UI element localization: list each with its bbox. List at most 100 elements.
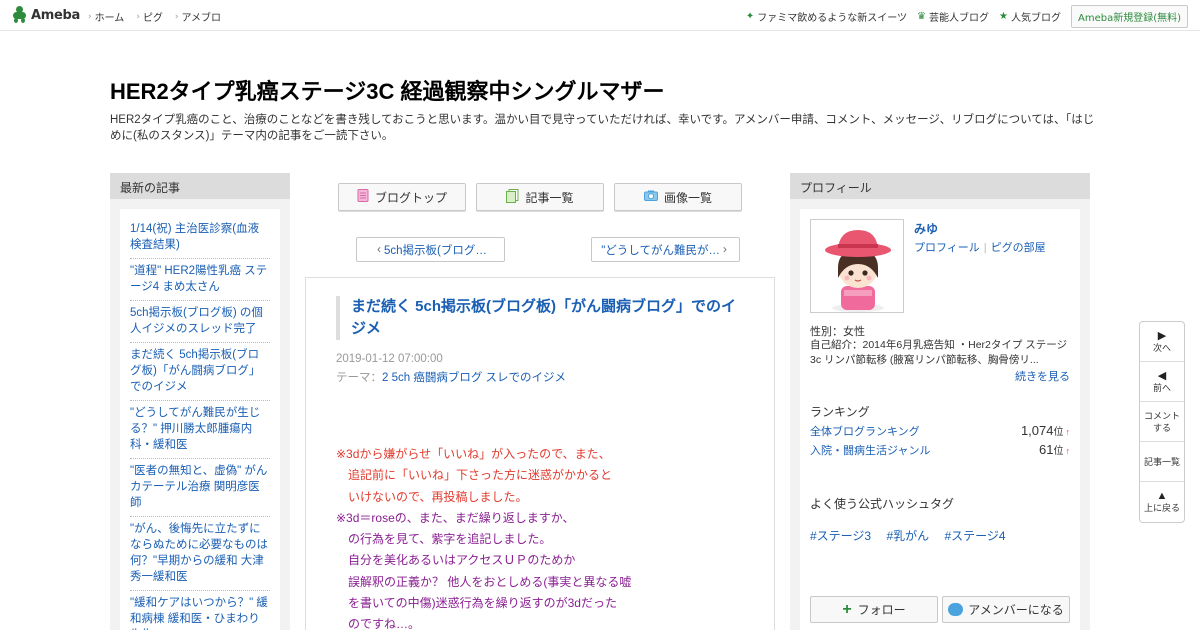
profile-links: プロフィール | ピグの部屋 (914, 239, 1046, 255)
article-list-nav[interactable]: 記事一覧 (1140, 442, 1184, 482)
hashtag-list: #ステージ3 #乳がん #ステージ4 (810, 527, 1018, 544)
body-line: 自分を美化あるいはアクセスＵＰのためか (336, 553, 576, 568)
hashtag-link[interactable]: #ステージ4 (944, 529, 1005, 543)
ranking-value: 1,074位 ↑ (1021, 423, 1070, 439)
ranking-unit: 位 (1053, 446, 1064, 457)
article-date: 2019-01-12 07:00:00 (336, 353, 443, 365)
back-icon: ◀ (1157, 369, 1167, 382)
top-bar: Ameba › ホーム › ピグ › アメブロ ✦ ファミマ飲めるような新スイーツ ♛ 芸… (0, 0, 1200, 31)
chevron-right-icon: › (174, 11, 179, 22)
signup-button[interactable]: Ameba新規登録(無料) (1070, 5, 1188, 28)
ranking-number: 1,074 (1020, 423, 1054, 438)
header-right-links: ✦ ファミマ飲めるような新スイーツ ♛ 芸能人ブログ ★ 人気ブログ Ameba新規登… (746, 5, 1188, 28)
read-more-link[interactable]: 続きを見る (1015, 368, 1070, 384)
blog-toolbar: ブログトップ 記事一覧 画像一覧 (338, 183, 752, 211)
button-label: アメンバーになる (968, 603, 1064, 617)
trend-up-icon: ↑ (1065, 427, 1071, 437)
next-article-button[interactable]: "どうしてがん難民が… › (591, 237, 740, 262)
link-label: 人気ブログ (1010, 13, 1061, 24)
trend-up-icon: ↑ (1065, 446, 1071, 456)
nav-label: 次へ (1152, 342, 1171, 353)
recent-article-link[interactable]: "がん、後悔先に立たずにならぬために必要なものは何？"早期からの緩和 大津秀一緩… (130, 517, 270, 591)
logo-text: Ameba (31, 7, 81, 23)
nav-label: アメブロ (181, 13, 222, 24)
profile-box: みゆ プロフィール | ピグの部屋 性別：女性 自己紹介：2014年6月乳癌告知 ・… (800, 209, 1080, 630)
profile-gender: 性別：女性 (810, 326, 865, 338)
floating-side-nav: ▶ 次へ ◀ 前へ コメントする 記事一覧 ▲ 上に戻る (1139, 321, 1185, 523)
amember-button[interactable]: アメンバーになる (942, 596, 1070, 623)
recent-article-link[interactable]: "医者の無知と、虚偽" がんカテーテル治療 関明彦医師 (130, 459, 270, 517)
image-list-button[interactable]: 画像一覧 (614, 183, 742, 211)
nav-label: コメントする (1144, 410, 1181, 433)
recent-article-link[interactable]: "どうしてがん難民が生じる？" 押川勝太郎腫瘍内科・緩和医 (130, 401, 270, 459)
recent-article-link[interactable]: まだ続く 5ch掲示板(ブログ板)「がん闘病ブログ」でのイジメ (130, 343, 270, 401)
article-list-button[interactable]: 記事一覧 (476, 183, 604, 211)
button-label: ブログトップ (374, 190, 447, 205)
recent-article-link[interactable]: 5ch掲示板(ブログ板) の個人イジメのスレッド完了 (130, 301, 270, 343)
ranking-label[interactable]: 全体ブログランキング (810, 423, 920, 439)
profile-intro: 自己紹介：2014年6月乳癌告知 ・Her2タイプ ステージ3c リンパ節転移 … (810, 339, 1068, 366)
recent-article-link[interactable]: "緩和ケアはいつから？" 緩和病棟 緩和医・ひまわり先生 (130, 591, 270, 630)
pigg-room-link[interactable]: ピグの部屋 (991, 242, 1046, 254)
nav-ameblo[interactable]: › アメブロ (174, 9, 222, 25)
link-label: 芸能人ブログ (929, 13, 990, 24)
follow-actions: + フォロー アメンバーになる (810, 596, 1074, 623)
profile-link[interactable]: プロフィール (914, 242, 980, 254)
plus-icon: + (842, 600, 852, 618)
follow-button[interactable]: + フォロー (810, 596, 938, 623)
profile-sidebar: プロフィール みゆ プロフィール | ピグの部屋 性別：女性 自己紹介：2014年6 (790, 173, 1090, 630)
prev-article-label: 5ch掲示板(ブログ… (383, 244, 487, 257)
ranking-label[interactable]: 入院・闘病生活ジャンル (810, 442, 930, 458)
chevron-left-icon: ‹ (377, 243, 381, 256)
ranking-unit: 位 (1053, 427, 1064, 438)
nav-pigg[interactable]: › ピグ (136, 9, 163, 25)
article-body: ※3dから嫌がらせ「いいね」が入ったので、また、 追記前に「いいね」下さった方に… (336, 444, 756, 630)
body-line: 誤解釈の正義か？ 他人をおとしめる(事実と異なる嘘 (336, 574, 632, 589)
theme-link[interactable]: 2 5ch 癌闘病ブログ スレでのイジメ (382, 372, 566, 384)
sparkle-icon: ✦ (745, 11, 755, 22)
document-icon (357, 189, 369, 205)
recent-article-link[interactable]: "道程" HER2陽性乳癌 ステージ4 まめ太さん (130, 259, 270, 301)
global-nav: › ホーム › ピグ › アメブロ (88, 9, 233, 25)
avatar[interactable] (810, 219, 904, 313)
hashtag-link[interactable]: #乳がん (886, 529, 929, 543)
nav-label: ピグ (142, 13, 163, 24)
body-line: いけないので、再投稿しました。 (336, 489, 528, 504)
body-line: ※3dから嫌がらせ「いいね」が入ったので、また、 (336, 447, 611, 461)
blog-top-button[interactable]: ブログトップ (338, 183, 466, 211)
link-celebrity-blog[interactable]: ♛ 芸能人ブログ (917, 9, 989, 24)
prev-article-button[interactable]: ‹ 5ch掲示板(ブログ… (356, 237, 505, 262)
prev-article-nav[interactable]: ◀ 前へ (1140, 362, 1184, 402)
crown-icon: ♛ (917, 11, 927, 22)
nav-home[interactable]: › ホーム (88, 9, 124, 25)
ranking-heading: ランキング (810, 405, 870, 419)
recent-articles-list: 1/14(祝) 主治医診察(血液検査結果) "道程" HER2陽性乳癌 ステージ… (120, 209, 280, 630)
nav-label: 前へ (1152, 382, 1171, 393)
list-icon (506, 188, 519, 206)
comment-nav[interactable]: コメントする (1140, 402, 1184, 442)
up-icon: ▲ (1156, 490, 1168, 502)
ameba-logo[interactable]: Ameba (12, 6, 80, 24)
divider: | (983, 242, 987, 254)
blog-title[interactable]: HER2タイプ乳癌ステージ3C 経過観察中シングルマザー (110, 74, 664, 106)
body-line: の行為を見て、紫字を追記しました。 (336, 532, 552, 547)
hashtag-link[interactable]: #ステージ3 (810, 529, 871, 543)
play-icon: ▶ (1157, 329, 1167, 342)
recent-articles-sidebar: 最新の記事 1/14(祝) 主治医診察(血液検査結果) "道程" HER2陽性乳… (110, 173, 290, 630)
body-line: 追記前に「いいね」下さった方に迷惑がかかると (336, 468, 613, 483)
link-sweets[interactable]: ✦ ファミマ飲めるような新スイーツ (746, 9, 907, 24)
chevron-right-icon: › (722, 243, 727, 256)
ameba-logo-icon (12, 6, 28, 24)
chevron-right-icon: › (88, 11, 92, 22)
recent-article-link[interactable]: 1/14(祝) 主治医診察(血液検査結果) (130, 217, 270, 259)
link-popular-blog[interactable]: ★ 人気ブログ (999, 9, 1061, 24)
button-label: 画像一覧 (663, 190, 712, 205)
article-pager: ‹ 5ch掲示板(ブログ… "どうしてがん難民が… › (356, 237, 740, 262)
ranking-number: 61 (1039, 442, 1054, 457)
article: まだ続く 5ch掲示板(ブログ板)「がん闘病ブログ」でのイジメ 2019-01-… (305, 277, 775, 630)
next-article-nav[interactable]: ▶ 次へ (1140, 322, 1184, 362)
profile-name[interactable]: みゆ (914, 220, 938, 237)
article-title[interactable]: まだ続く 5ch掲示板(ブログ板)「がん闘病ブログ」でのイジメ (336, 296, 736, 340)
back-to-top-nav[interactable]: ▲ 上に戻る (1140, 482, 1184, 522)
ranking-value: 61位 ↑ (1039, 442, 1070, 458)
